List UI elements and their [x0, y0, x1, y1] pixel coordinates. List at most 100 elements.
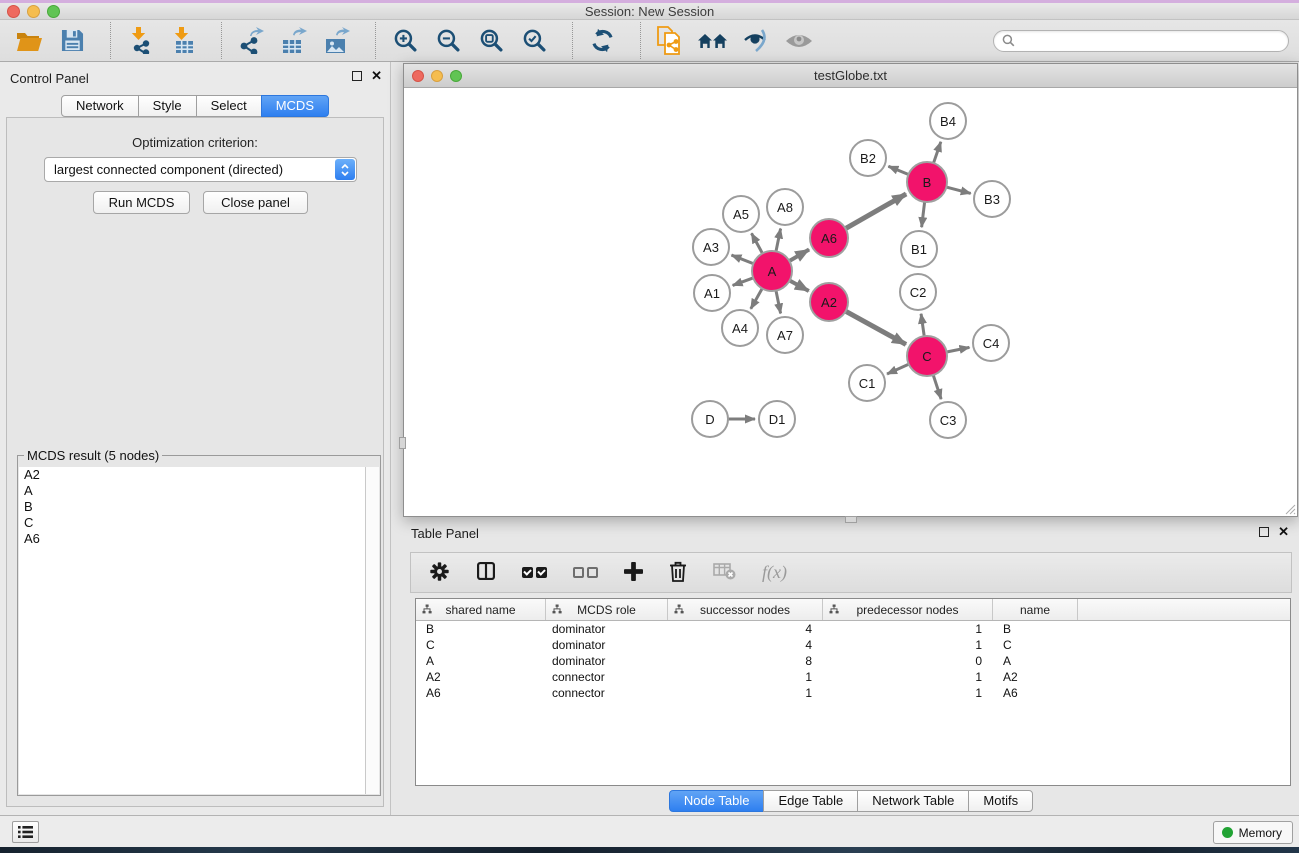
delete-table-icon[interactable]: [713, 563, 736, 583]
float-panel-icon[interactable]: [1259, 527, 1269, 537]
tab-node-table[interactable]: Node Table: [669, 790, 765, 812]
table-row[interactable]: Adominator80A: [416, 653, 1290, 669]
node-C1[interactable]: C1: [848, 364, 886, 402]
search-box[interactable]: [993, 30, 1289, 52]
table-row[interactable]: A6connector11A6: [416, 685, 1290, 701]
duplicate-network-icon[interactable]: [653, 24, 687, 58]
table-row[interactable]: Bdominator41B: [416, 621, 1290, 637]
column-header-name[interactable]: name: [993, 599, 1078, 620]
task-history-button[interactable]: [12, 821, 39, 843]
node-B[interactable]: B: [906, 161, 948, 203]
node-B2[interactable]: B2: [849, 139, 887, 177]
add-row-icon[interactable]: [624, 562, 643, 584]
delete-row-icon[interactable]: [669, 561, 687, 585]
float-panel-icon[interactable]: [352, 71, 362, 81]
column-header-successor-nodes[interactable]: successor nodes: [668, 599, 823, 620]
export-network-icon[interactable]: [234, 24, 268, 58]
zoom-fit-icon[interactable]: [474, 24, 508, 58]
node-A1[interactable]: A1: [693, 274, 731, 312]
refresh-icon[interactable]: [585, 24, 619, 58]
open-session-icon[interactable]: [12, 24, 46, 58]
node-A6[interactable]: A6: [809, 218, 849, 258]
status-bar: Memory: [0, 815, 1299, 847]
import-network-icon[interactable]: [123, 24, 157, 58]
list-scrollbar[interactable]: [365, 467, 379, 794]
import-table-icon[interactable]: [166, 24, 200, 58]
export-table-icon[interactable]: [277, 24, 311, 58]
tab-motifs[interactable]: Motifs: [968, 790, 1033, 812]
node-C4[interactable]: C4: [972, 324, 1010, 362]
edge-A2-C[interactable]: [841, 309, 906, 345]
mcds-result-item[interactable]: A: [19, 483, 379, 499]
hide-graphics-details-icon[interactable]: [739, 24, 773, 58]
edge-A6-B[interactable]: [841, 194, 906, 231]
tab-select[interactable]: Select: [196, 95, 262, 117]
table-cell: 1: [823, 686, 993, 700]
table-cell: 1: [823, 638, 993, 652]
mcds-result-list[interactable]: A2ABCA6: [19, 467, 379, 794]
node-D[interactable]: D: [691, 400, 729, 438]
mcds-result-item[interactable]: C: [19, 515, 379, 531]
network-overview-icon[interactable]: [696, 24, 730, 58]
table-panel-title: Table Panel: [411, 526, 479, 541]
table-settings-icon[interactable]: [429, 561, 450, 585]
table-header-row[interactable]: shared name MCDS role successor nodes pr…: [416, 599, 1290, 621]
network-window-titlebar[interactable]: testGlobe.txt: [404, 64, 1297, 88]
node-C2[interactable]: C2: [899, 273, 937, 311]
deselect-all-icon[interactable]: [573, 567, 598, 578]
toolbar-separator: [640, 22, 641, 59]
mcds-result-item[interactable]: A6: [19, 531, 379, 547]
node-D1[interactable]: D1: [758, 400, 796, 438]
show-column-icon[interactable]: [476, 561, 496, 584]
node-A3[interactable]: A3: [692, 228, 730, 266]
show-graphics-details-icon[interactable]: [782, 24, 816, 58]
column-header-shared-name[interactable]: shared name: [416, 599, 546, 620]
mcds-result-item[interactable]: B: [19, 499, 379, 515]
node-B3[interactable]: B3: [973, 180, 1011, 218]
main-toolbar: [0, 20, 1299, 62]
tab-mcds[interactable]: MCDS: [261, 95, 329, 117]
tab-network[interactable]: Network: [61, 95, 139, 117]
node-A5[interactable]: A5: [722, 195, 760, 233]
network-canvas[interactable]: B4 B2 B B3 A5A8A6 A3 B1 A A1 C2 A2 A4A7 C4 C C1 C3 D D1: [404, 88, 1297, 516]
table-cell: 4: [668, 638, 823, 652]
save-session-icon[interactable]: [55, 24, 89, 58]
node-B1[interactable]: B1: [900, 230, 938, 268]
column-header-predecessor-nodes[interactable]: predecessor nodes: [823, 599, 993, 620]
zoom-in-icon[interactable]: [388, 24, 422, 58]
optimization-criterion-select[interactable]: largest connected component (directed): [44, 157, 357, 182]
node-A2[interactable]: A2: [809, 282, 849, 322]
node-C3[interactable]: C3: [929, 401, 967, 439]
tab-style[interactable]: Style: [138, 95, 197, 117]
tab-network-table[interactable]: Network Table: [857, 790, 969, 812]
close-panel-button[interactable]: Close panel: [203, 191, 308, 214]
node-C[interactable]: C: [906, 335, 948, 377]
tab-edge-table[interactable]: Edge Table: [763, 790, 858, 812]
table-row[interactable]: A2connector11A2: [416, 669, 1290, 685]
zoom-selected-icon[interactable]: [517, 24, 551, 58]
node-A[interactable]: A: [751, 250, 793, 292]
mcds-result-item[interactable]: A2: [19, 467, 379, 483]
close-panel-icon[interactable]: ✕: [371, 71, 382, 81]
run-mcds-button[interactable]: Run MCDS: [93, 191, 190, 214]
zoom-out-icon[interactable]: [431, 24, 465, 58]
node-table[interactable]: shared name MCDS role successor nodes pr…: [415, 598, 1291, 786]
column-header-MCDS-role[interactable]: MCDS role: [546, 599, 668, 620]
search-input[interactable]: [1015, 34, 1280, 48]
list-icon: [18, 825, 33, 839]
table-cell: 0: [823, 654, 993, 668]
function-builder-icon[interactable]: f(x): [762, 562, 787, 583]
memory-button[interactable]: Memory: [1213, 821, 1293, 844]
node-A8[interactable]: A8: [766, 188, 804, 226]
table-row[interactable]: Cdominator41C: [416, 637, 1290, 653]
resize-grip-icon[interactable]: [1283, 502, 1296, 515]
mcds-result-title: MCDS result (5 nodes): [24, 448, 162, 463]
select-all-icon[interactable]: [522, 567, 547, 578]
close-panel-icon[interactable]: ✕: [1278, 527, 1289, 537]
node-A7[interactable]: A7: [766, 316, 804, 354]
splitter-handle[interactable]: [399, 437, 406, 449]
node-A4[interactable]: A4: [721, 309, 759, 347]
table-cell: connector: [546, 670, 668, 684]
export-image-icon[interactable]: [320, 24, 354, 58]
node-B4[interactable]: B4: [929, 102, 967, 140]
